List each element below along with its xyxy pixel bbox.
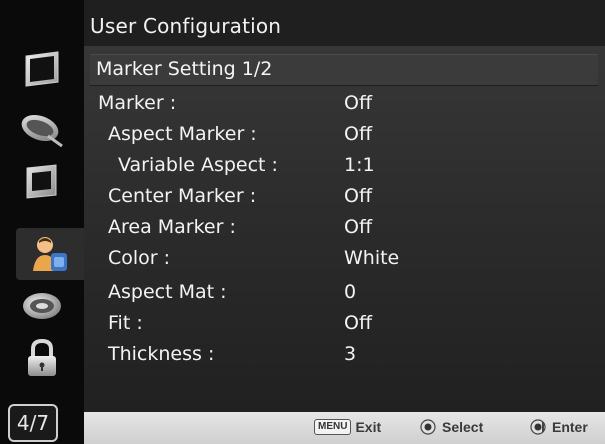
setting-row-fit[interactable]: Fit : Off <box>90 308 598 338</box>
osd-menu: 4/7 User Configuration Marker Setting 1/… <box>0 0 605 444</box>
sidebar: 4/7 <box>0 0 84 444</box>
setting-value[interactable]: White <box>344 247 399 269</box>
setting-value[interactable]: Off <box>344 312 372 334</box>
page-title: User Configuration <box>90 14 282 38</box>
satellite-dish-icon <box>21 114 63 148</box>
sidebar-item-user[interactable] <box>16 228 84 280</box>
sidebar-item-monitor[interactable] <box>12 44 72 96</box>
section-header: Marker Setting 1/2 <box>90 54 598 86</box>
setting-label: Marker : <box>98 92 177 114</box>
setting-value[interactable]: Off <box>344 92 372 114</box>
setting-label: Color : <box>108 247 171 269</box>
enter-hint[interactable]: Enter <box>530 419 588 435</box>
menu-key-icon: MENU <box>314 419 352 435</box>
setting-value[interactable]: Off <box>344 185 372 207</box>
settings-list: Marker : Off Aspect Marker : Off Variabl… <box>90 88 598 378</box>
setting-row-marker[interactable]: Marker : Off <box>90 88 598 118</box>
select-hint[interactable]: Select <box>420 419 483 435</box>
setting-value[interactable]: 0 <box>344 281 356 303</box>
page-indicator: 4/7 <box>8 404 58 442</box>
setting-label: Variable Aspect : <box>118 154 278 176</box>
setting-row-center-marker[interactable]: Center Marker : Off <box>90 181 598 211</box>
setting-label: Aspect Marker : <box>108 123 257 145</box>
setting-label: Thickness : <box>108 343 215 365</box>
sidebar-item-lock[interactable] <box>12 332 72 384</box>
user-icon <box>33 237 67 271</box>
setting-label: Area Marker : <box>108 216 236 238</box>
push-knob-icon <box>530 419 546 435</box>
lock-icon <box>28 338 56 376</box>
setting-label: Fit : <box>108 312 143 334</box>
setting-value[interactable]: 3 <box>344 343 356 365</box>
setting-label: Center Marker : <box>108 185 257 207</box>
sidebar-item-network[interactable] <box>12 280 72 332</box>
enter-label: Enter <box>552 419 588 435</box>
footer-hints: MENU Exit Select Enter <box>84 412 605 444</box>
setting-row-variable-aspect[interactable]: Variable Aspect : 1:1 <box>90 150 598 180</box>
section-title: Marker Setting 1/2 <box>96 58 273 80</box>
setting-row-thickness[interactable]: Thickness : 3 <box>90 339 598 369</box>
setting-label: Aspect Mat : <box>108 281 227 303</box>
setting-row-aspect-marker[interactable]: Aspect Marker : Off <box>90 119 598 149</box>
network-icon <box>23 293 61 319</box>
rotate-knob-icon <box>420 419 436 435</box>
setting-row-aspect-mat[interactable]: Aspect Mat : 0 <box>90 277 598 307</box>
select-label: Select <box>442 419 484 435</box>
setting-row-area-marker[interactable]: Area Marker : Off <box>90 212 598 242</box>
sidebar-item-input[interactable] <box>12 104 72 156</box>
header: User Configuration <box>84 0 605 46</box>
setting-value[interactable]: Off <box>344 216 372 238</box>
sidebar-item-display[interactable] <box>12 156 72 208</box>
setting-row-color[interactable]: Color : White <box>90 243 598 273</box>
setting-value[interactable]: 1:1 <box>344 154 375 176</box>
setting-value[interactable]: Off <box>344 123 372 145</box>
display-panel-icon <box>26 164 57 199</box>
monitor-icon <box>25 51 59 87</box>
exit-hint[interactable]: MENU Exit <box>314 419 381 435</box>
exit-label: Exit <box>355 419 382 435</box>
